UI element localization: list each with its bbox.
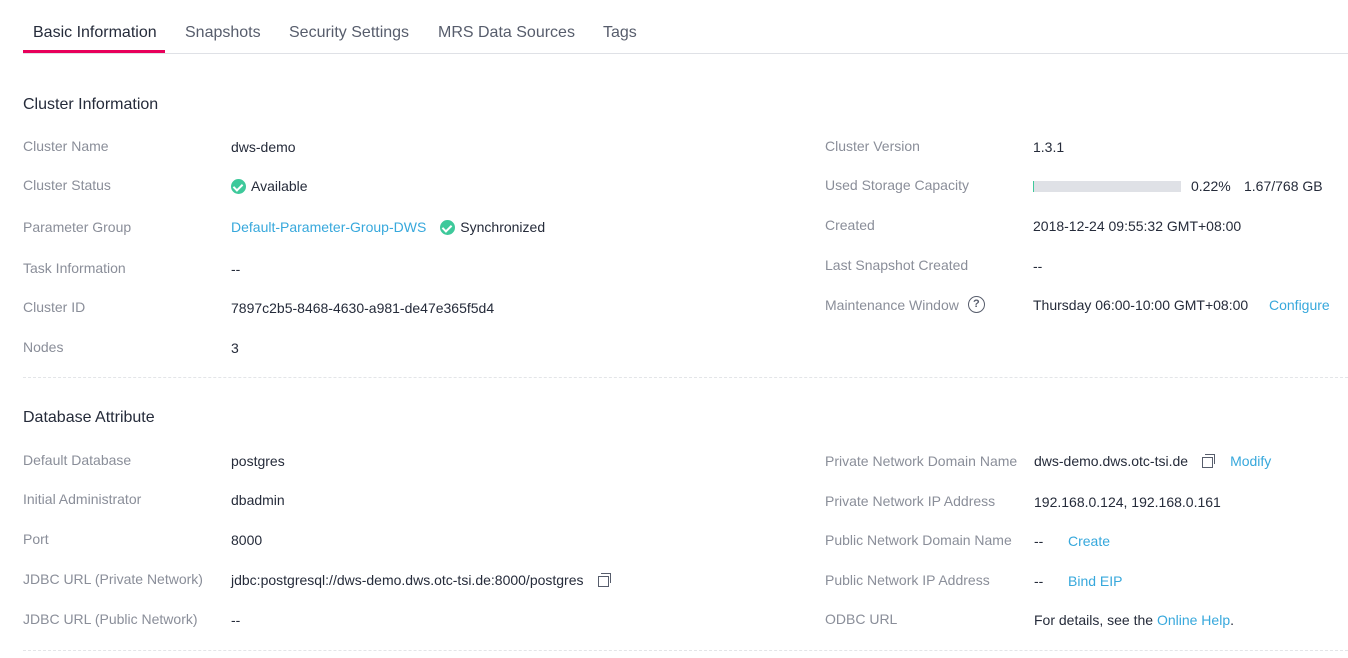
- tab-mrs-data-sources[interactable]: MRS Data Sources: [438, 24, 575, 42]
- created-label: Created: [825, 217, 875, 233]
- odbc-url-prefix: For details, see the: [1034, 612, 1157, 628]
- jdbc-public-label: JDBC URL (Public Network): [23, 611, 198, 627]
- cluster-name-value: dws-demo: [231, 139, 296, 155]
- cluster-id-value: 7897c2b5-8468-4630-a981-de47e365f5d4: [231, 300, 495, 316]
- storage-progress-bar: [1033, 181, 1181, 192]
- cluster-status-label: Cluster Status: [23, 177, 111, 193]
- check-circle-icon: [231, 178, 246, 194]
- bind-eip-link[interactable]: Bind EIP: [1068, 573, 1122, 589]
- check-circle-icon: [440, 219, 456, 235]
- storage-used: 1.67/768 GB: [1244, 178, 1323, 194]
- nodes-label: Nodes: [23, 339, 64, 355]
- parameter-group-status: Synchronized: [460, 219, 546, 235]
- tab-snapshots[interactable]: Snapshots: [185, 24, 261, 42]
- copy-icon[interactable]: [597, 573, 612, 587]
- public-ip-label: Public Network IP Address: [825, 572, 990, 588]
- active-tab-indicator: [23, 50, 165, 53]
- odbc-url: For details, see the Online Help.: [1034, 612, 1234, 628]
- initial-administrator-label: Initial Administrator: [23, 491, 142, 507]
- nodes-value: 3: [231, 340, 239, 356]
- jdbc-public-value: --: [231, 612, 241, 628]
- cluster-status-value: Available: [251, 178, 308, 194]
- cluster-version-value: 1.3.1: [1033, 139, 1065, 155]
- task-information-label: Task Information: [23, 260, 126, 276]
- create-link[interactable]: Create: [1068, 533, 1110, 549]
- database-attribute-title: Database Attribute: [23, 409, 155, 426]
- used-storage-label: Used Storage Capacity: [825, 177, 969, 193]
- public-domain-value: --: [1034, 533, 1044, 549]
- tab-security-settings[interactable]: Security Settings: [289, 24, 409, 42]
- private-ip-value: 192.168.0.124, 192.168.0.161: [1034, 494, 1221, 510]
- cluster-id-label: Cluster ID: [23, 299, 86, 315]
- initial-administrator-value: dbadmin: [231, 492, 285, 508]
- tab-bar: Basic Information Snapshots Security Set…: [23, 0, 1348, 54]
- last-snapshot-value: --: [1033, 258, 1043, 274]
- created-value: 2018-12-24 09:55:32 GMT+08:00: [1033, 218, 1242, 234]
- maintenance-window-label: Maintenance Window: [825, 296, 959, 313]
- private-domain-value: dws-demo.dws.otc-tsi.de: [1034, 453, 1189, 469]
- parameter-group: Default-Parameter-Group-DWS Synchronized: [231, 219, 545, 235]
- task-information-value: --: [231, 261, 241, 277]
- tab-basic-information[interactable]: Basic Information: [33, 24, 157, 42]
- cluster-status: Available: [231, 178, 308, 194]
- jdbc-private-label: JDBC URL (Private Network): [23, 571, 203, 587]
- private-ip-label: Private Network IP Address: [825, 493, 996, 509]
- modify-link[interactable]: Modify: [1230, 453, 1271, 469]
- tab-tags[interactable]: Tags: [603, 24, 637, 42]
- section-divider: [23, 650, 1348, 651]
- private-domain: dws-demo.dws.otc-tsi.de Modify: [1034, 453, 1271, 469]
- public-ip-value: --: [1034, 573, 1044, 589]
- public-domain-label: Public Network Domain Name: [825, 532, 1012, 548]
- cluster-information-title: Cluster Information: [23, 96, 159, 113]
- cluster-version-label: Cluster Version: [825, 138, 920, 154]
- jdbc-private-value: jdbc:postgresql://dws-demo.dws.otc-tsi.d…: [231, 572, 584, 588]
- parameter-group-label: Parameter Group: [23, 219, 132, 235]
- section-divider: [23, 377, 1348, 378]
- last-snapshot-label: Last Snapshot Created: [825, 257, 969, 273]
- maintenance-window-label-group: Maintenance Window ?: [825, 296, 985, 313]
- question-circle-icon[interactable]: ?: [967, 296, 985, 313]
- cluster-name-label: Cluster Name: [23, 138, 109, 154]
- maintenance-window-value: Thursday 06:00-10:00 GMT+08:00: [1033, 297, 1249, 313]
- default-database-label: Default Database: [23, 452, 132, 468]
- port-label: Port: [23, 531, 49, 547]
- online-help-link[interactable]: Online Help: [1157, 612, 1230, 628]
- default-database-value: postgres: [231, 453, 285, 469]
- copy-icon[interactable]: [1202, 454, 1216, 468]
- jdbc-private: jdbc:postgresql://dws-demo.dws.otc-tsi.d…: [231, 572, 612, 588]
- storage-percent: 0.22%: [1191, 178, 1231, 194]
- odbc-url-label: ODBC URL: [825, 611, 898, 627]
- private-domain-label: Private Network Domain Name: [825, 453, 1018, 469]
- configure-link[interactable]: Configure: [1269, 297, 1330, 313]
- odbc-url-suffix: .: [1230, 612, 1234, 628]
- port-value: 8000: [231, 532, 263, 548]
- parameter-group-link[interactable]: Default-Parameter-Group-DWS: [231, 219, 426, 235]
